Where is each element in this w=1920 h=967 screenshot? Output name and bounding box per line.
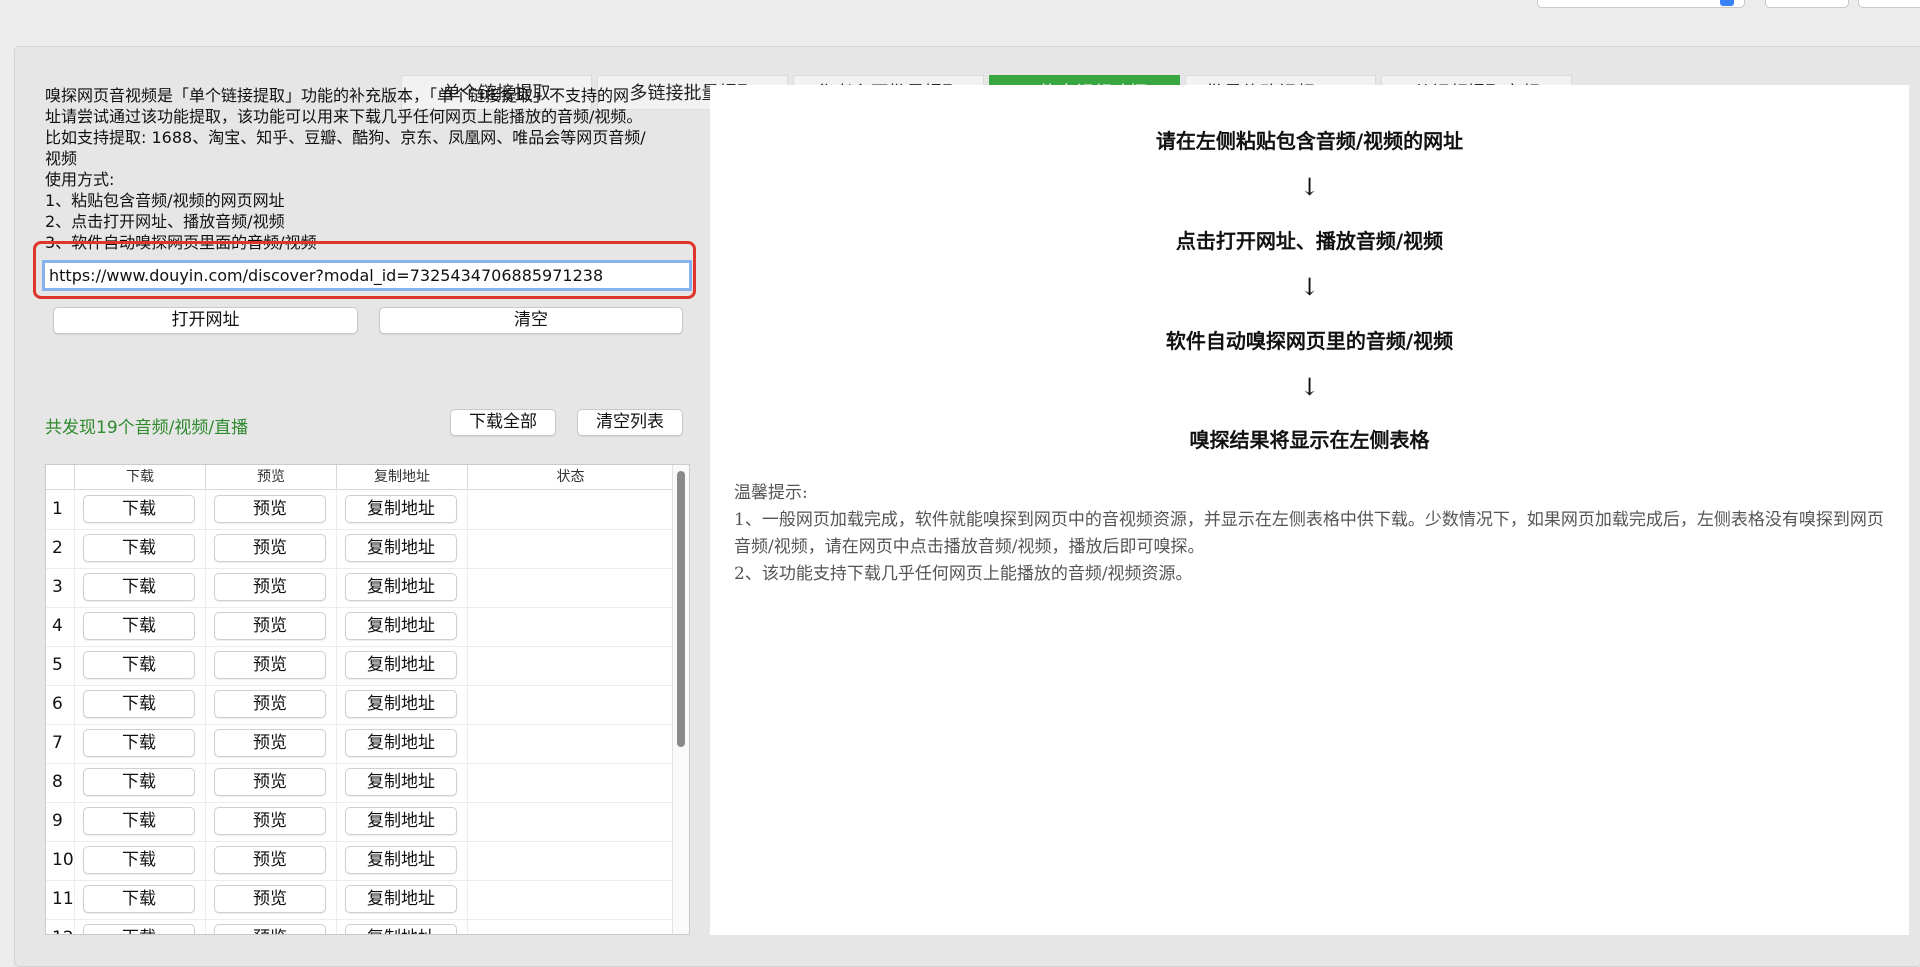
table-row: 8 下载 预览 复制地址 [46,763,673,803]
row-copy-url-button[interactable]: 复制地址 [345,612,457,640]
description-line: 比如支持提取: 1688、淘宝、知乎、豆瓣、酷狗、京东、凤凰网、唯品会等网页音频… [45,128,646,147]
url-input[interactable] [42,260,692,291]
row-download-button[interactable]: 下载 [83,729,195,757]
down-arrow-icon: ↓ [1299,173,1320,201]
description-line: 1、粘贴包含音频/视频的网页网址 [45,191,285,210]
row-preview-button[interactable]: 预览 [214,534,326,562]
tips-line: 2、该功能支持下载几乎任何网页上能播放的音频/视频资源。 [734,564,1193,584]
row-number: 1 [52,499,63,519]
column-header-status: 状态 [467,465,673,489]
row-number: 4 [52,616,63,636]
top-button[interactable] [1858,0,1920,8]
clear-button[interactable]: 清空 [379,307,683,334]
row-download-button[interactable]: 下载 [83,612,195,640]
tips-line: 1、一般网页加载完成，软件就能嗅探到网页中的音视频资源，并显示在左侧表格中供下载… [734,510,1884,557]
row-download-button[interactable]: 下载 [83,924,195,934]
row-copy-url-button[interactable]: 复制地址 [345,729,457,757]
guide-step: 软件自动嗅探网页里的音频/视频 [1165,329,1454,353]
row-preview-button[interactable]: 预览 [214,807,326,835]
row-download-button[interactable]: 下载 [83,495,195,523]
row-number: 2 [52,538,63,558]
row-preview-button[interactable]: 预览 [214,885,326,913]
open-url-button[interactable]: 打开网址 [53,307,358,334]
row-copy-url-button[interactable]: 复制地址 [345,495,457,523]
down-arrow-icon: ↓ [1299,373,1320,401]
row-number: 5 [52,655,63,675]
row-number: 8 [52,772,63,792]
scrollbar-thumb[interactable] [677,471,685,747]
row-preview-button[interactable]: 预览 [214,612,326,640]
row-preview-button[interactable]: 预览 [214,729,326,757]
row-number: 10 [52,850,74,870]
table-scrollbar[interactable] [672,465,689,934]
table-row: 11 下载 预览 复制地址 [46,880,673,920]
top-button[interactable] [1765,0,1849,8]
found-count-text: 共发现19个音频/视频/直播 [45,418,249,438]
guide-panel: 请在左侧粘贴包含音频/视频的网址 ↓ 点击打开网址、播放音频/视频 ↓ 软件自动… [710,85,1909,935]
row-download-button[interactable]: 下载 [83,651,195,679]
results-table: 下载 预览 复制地址 状态 1 下载 预览 复制地址 2 下载 预览 复制地址 3 下载 预览 复制地… [45,464,690,935]
guide-step: 嗅探结果将显示在左侧表格 [1189,428,1430,452]
clear-list-button[interactable]: 清空列表 [577,409,683,436]
row-preview-button[interactable]: 预览 [214,846,326,874]
row-copy-url-button[interactable]: 复制地址 [345,690,457,718]
description-line: 嗅探网页音视频是「单个链接提取」功能的补充版本，「单个链接提取」不支持的网 [45,86,630,105]
description-line: 使用方式: [45,170,115,189]
column-header-download: 下载 [74,465,205,489]
table-row: 12 下载 预览 复制地址 [46,919,673,934]
row-number: 9 [52,811,63,831]
table-row: 9 下载 预览 复制地址 [46,802,673,842]
feature-description: 嗅探网页音视频是「单个链接提取」功能的补充版本，「单个链接提取」不支持的网 址请… [45,85,695,253]
row-download-button[interactable]: 下载 [83,573,195,601]
table-row: 7 下载 预览 复制地址 [46,724,673,764]
table-row: 6 下载 预览 复制地址 [46,685,673,725]
row-download-button[interactable]: 下载 [83,768,195,796]
dropdown-chevron-icon [1720,0,1734,6]
row-copy-url-button[interactable]: 复制地址 [345,924,457,934]
download-all-button[interactable]: 下载全部 [450,409,556,436]
row-copy-url-button[interactable]: 复制地址 [345,534,457,562]
table-row: 1 下载 预览 复制地址 [46,490,673,530]
row-number: 6 [52,694,63,714]
row-download-button[interactable]: 下载 [83,534,195,562]
row-number: 12 [52,919,74,934]
row-copy-url-button[interactable]: 复制地址 [345,846,457,874]
down-arrow-icon: ↓ [1299,273,1320,301]
row-copy-url-button[interactable]: 复制地址 [345,885,457,913]
row-copy-url-button[interactable]: 复制地址 [345,768,457,796]
table-row: 2 下载 预览 复制地址 [46,529,673,569]
row-number: 7 [52,733,63,753]
table-header: 下载 预览 复制地址 状态 [46,465,673,490]
row-number: 3 [52,577,63,597]
row-copy-url-button[interactable]: 复制地址 [345,807,457,835]
column-header-copy: 复制地址 [336,465,467,489]
row-preview-button[interactable]: 预览 [214,495,326,523]
row-download-button[interactable]: 下载 [83,807,195,835]
row-copy-url-button[interactable]: 复制地址 [345,573,457,601]
row-download-button[interactable]: 下载 [83,690,195,718]
row-preview-button[interactable]: 预览 [214,690,326,718]
guide-step: 请在左侧粘贴包含音频/视频的网址 [1155,129,1464,153]
row-preview-button[interactable]: 预览 [214,573,326,601]
row-download-button[interactable]: 下载 [83,885,195,913]
table-row: 10 下载 预览 复制地址 [46,841,673,881]
row-preview-button[interactable]: 预览 [214,651,326,679]
row-copy-url-button[interactable]: 复制地址 [345,651,457,679]
tips-title: 温馨提示: [734,483,808,503]
column-header-preview: 预览 [205,465,336,489]
row-preview-button[interactable]: 预览 [214,768,326,796]
row-preview-button[interactable]: 预览 [214,924,326,934]
table-row: 3 下载 预览 复制地址 [46,568,673,608]
row-number: 11 [52,889,74,909]
description-line: 2、点击打开网址、播放音频/视频 [45,212,285,231]
tips-block: 温馨提示: 1、一般网页加载完成，软件就能嗅探到网页中的音视频资源，并显示在左侧… [734,480,1894,588]
table-row: 4 下载 预览 复制地址 [46,607,673,647]
table-row: 5 下载 预览 复制地址 [46,646,673,686]
description-line: 视频 [45,149,78,168]
top-dropdown[interactable] [1537,0,1745,8]
description-line: 址请尝试通过该功能提取，该功能可以用来下载几乎任何网页上能播放的音频/视频。 [45,107,643,126]
guide-step: 点击打开网址、播放音频/视频 [1175,229,1444,253]
row-download-button[interactable]: 下载 [83,846,195,874]
